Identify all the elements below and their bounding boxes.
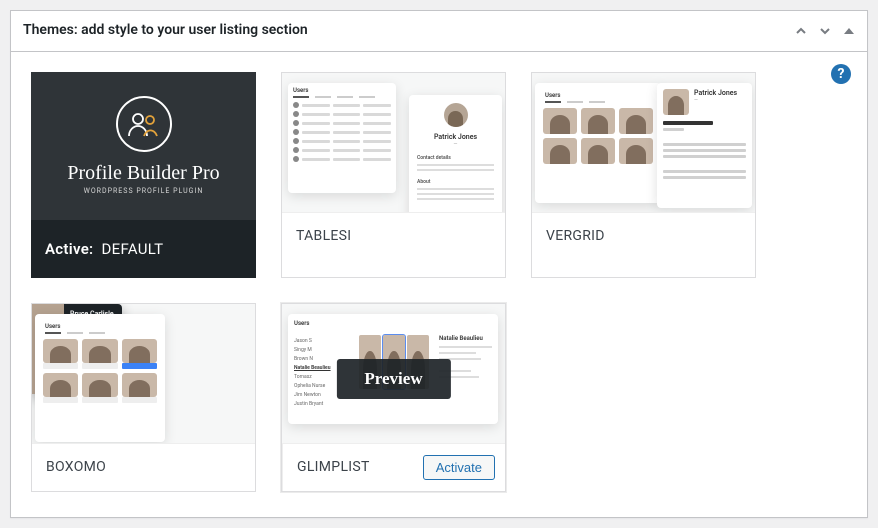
brand-subtitle: WORDPRESS PROFILE PLUGIN <box>84 187 204 195</box>
move-down-icon[interactable] <box>815 21 835 41</box>
help-icon[interactable]: ? <box>831 64 851 84</box>
theme-name-bar: BOXOMO <box>32 443 255 491</box>
themes-grid: Profile Builder Pro WORDPRESS PROFILE PL… <box>31 72 847 492</box>
theme-card-tablesi[interactable]: Users Patrick Jones — Con <box>281 72 506 278</box>
theme-screenshot: Users Bru <box>32 304 255 443</box>
theme-name: DEFAULT <box>101 240 163 258</box>
brand-title: Profile Builder Pro <box>67 162 219 185</box>
theme-name: TABLESI <box>296 228 351 244</box>
activate-button[interactable]: Activate <box>423 455 495 480</box>
theme-card-vergrid[interactable]: Users Patrick Jones — <box>531 72 756 278</box>
theme-screenshot: Profile Builder Pro WORDPRESS PROFILE PL… <box>31 72 256 220</box>
panel-handle-actions <box>791 21 867 41</box>
theme-name: BOXOMO <box>46 459 106 475</box>
theme-screenshot: Users Patrick Jones — Con <box>282 73 505 212</box>
panel-header: Themes: add style to your user listing s… <box>11 11 867 52</box>
theme-name-bar: TABLESI <box>282 212 505 260</box>
panel-title: Themes: add style to your user listing s… <box>11 11 320 51</box>
theme-card-glimplist[interactable]: Users Jason S Singy M Brown N Natalie Be… <box>281 303 506 492</box>
themes-panel: Themes: add style to your user listing s… <box>10 10 868 518</box>
theme-name-bar: VERGRID <box>532 212 755 260</box>
toggle-panel-icon[interactable] <box>839 21 859 41</box>
theme-card-default-active[interactable]: Profile Builder Pro WORDPRESS PROFILE PL… <box>31 72 256 278</box>
theme-name: VERGRID <box>546 228 605 244</box>
move-up-icon[interactable] <box>791 21 811 41</box>
active-label: Active: <box>45 240 93 258</box>
profile-builder-logo-icon <box>116 96 172 152</box>
theme-name: GLIMPLIST <box>297 459 370 475</box>
theme-name-bar: GLIMPLIST Activate <box>282 443 505 491</box>
theme-name-bar: Active: DEFAULT <box>31 220 256 278</box>
theme-card-boxomo[interactable]: Users Bru <box>31 303 256 492</box>
theme-screenshot: Users Jason S Singy M Brown N Natalie Be… <box>282 304 505 443</box>
theme-screenshot: Users Patrick Jones — <box>532 73 755 212</box>
panel-body: ? Profile Builder Pro <box>11 52 867 517</box>
